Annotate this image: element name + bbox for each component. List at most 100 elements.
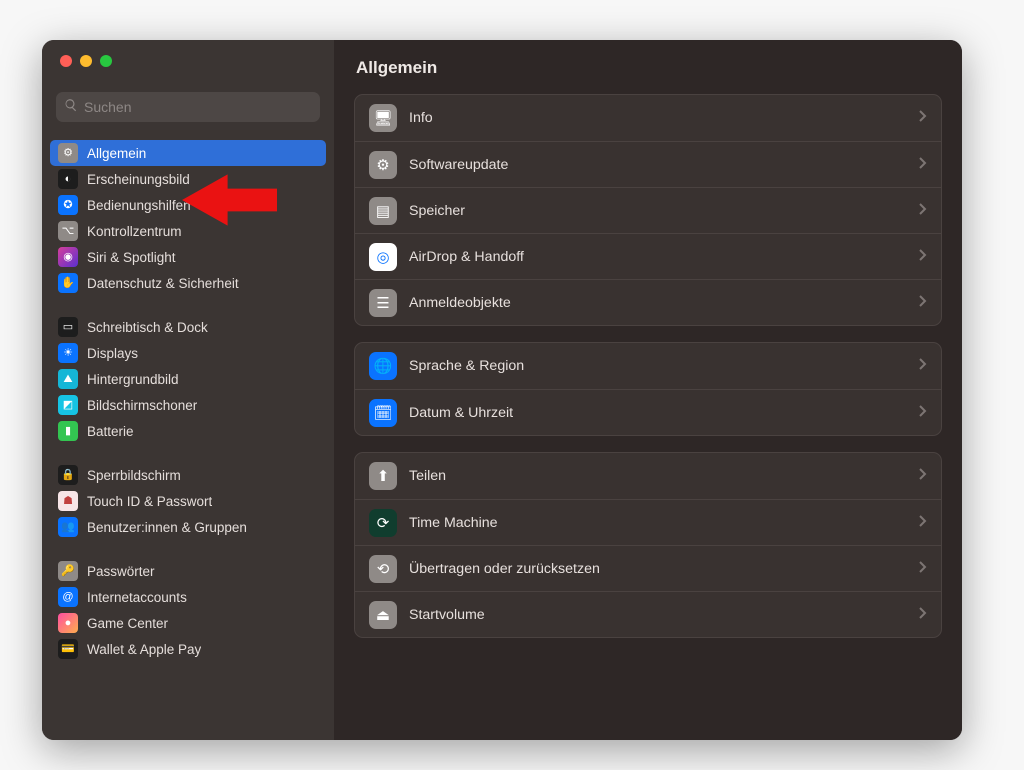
settings-row-sprache[interactable]: 🌐 Sprache & Region (355, 343, 941, 389)
sidebar-item-passwoerter[interactable]: 🔑 Passwörter (50, 558, 326, 584)
chevron-right-icon (919, 156, 927, 174)
chevron-right-icon (919, 560, 927, 578)
chevron-right-icon (919, 109, 927, 127)
row-label: Time Machine (409, 515, 907, 531)
settings-row-startvolume[interactable]: ⏏Startvolume (355, 591, 941, 637)
chevron-right-icon (919, 606, 927, 624)
airdrop-icon: ◎ (369, 243, 397, 271)
settings-row-swupdate[interactable]: ⚙ Softwareupdate (355, 141, 941, 187)
sidebar-item-batterie[interactable]: ▮ Batterie (50, 418, 326, 444)
sidebar-item-label: Internetaccounts (87, 590, 187, 605)
wallpaper-icon: ⛰ (58, 369, 78, 389)
sidebar-item-label: Wallet & Apple Pay (87, 642, 201, 657)
gear-icon: ⚙ (369, 151, 397, 179)
sidebar-item-bildschirms[interactable]: ◩Bildschirmschoner (50, 392, 326, 418)
sidebar-item-label: Bedienungshilfen (87, 198, 191, 213)
sidebar-item-label: Datenschutz & Sicherheit (87, 276, 239, 291)
storage-icon: ▤ (369, 197, 397, 225)
settings-row-uebertragen[interactable]: ⟲ Übertragen oder zurücksetzen (355, 545, 941, 591)
accessibility-icon: ✪ (58, 195, 78, 215)
sidebar-list[interactable]: ⚙ Allgemein ◐Erscheinungsbild ✪ Bedienungshi… (42, 128, 334, 740)
sidebar-item-label: Benutzer:innen & Gruppen (87, 520, 247, 535)
sidebar-item-label: Touch ID & Passwort (87, 494, 212, 509)
search-field[interactable] (56, 92, 320, 122)
globe-icon: 🌐 (369, 352, 397, 380)
settings-row-info[interactable]: 🖥Info (355, 95, 941, 141)
chevron-right-icon (919, 514, 927, 532)
row-label: Übertragen oder zurücksetzen (409, 561, 907, 577)
sidebar-item-wallet[interactable]: 💳 Wallet & Apple Pay (50, 636, 326, 662)
sidebar-item-erscheinung[interactable]: ◐Erscheinungsbild (50, 166, 326, 192)
share-icon: ⬆ (369, 462, 397, 490)
maximize-button[interactable] (100, 55, 112, 67)
sidebar-item-label: Hintergrundbild (87, 372, 179, 387)
panels-container: 🖥Info ⚙ Softwareupdate ▤ Speicher ◎AirDrop & … (354, 94, 942, 638)
sidebar-item-gamecenter[interactable]: ● Game Center (50, 610, 326, 636)
settings-row-teilen[interactable]: ⬆ Teilen (355, 453, 941, 499)
sidebar-item-label: Sperrbildschirm (87, 468, 181, 483)
chevron-right-icon (919, 404, 927, 422)
settings-window: ⚙ Allgemein ◐Erscheinungsbild ✪ Bedienungshi… (42, 40, 962, 740)
siri-icon: ◉ (58, 247, 78, 267)
users-icon: 👥 (58, 517, 78, 537)
settings-row-speicher[interactable]: ▤ Speicher (355, 187, 941, 233)
battery-icon: ▮ (58, 421, 78, 441)
row-label: Speicher (409, 203, 907, 219)
row-label: Sprache & Region (409, 358, 907, 374)
disk-icon: ⏏ (369, 601, 397, 629)
panel: 🖥Info ⚙ Softwareupdate ▤ Speicher ◎AirDrop & … (354, 94, 942, 326)
row-label: Info (409, 110, 907, 126)
sidebar-item-label: Displays (87, 346, 138, 361)
reset-icon: ⟲ (369, 555, 397, 583)
wallet-icon: 💳 (58, 639, 78, 659)
sidebar-item-displays[interactable]: ☀Displays (50, 340, 326, 366)
sidebar-item-internetacc[interactable]: @ Internetaccounts (50, 584, 326, 610)
gear-icon: ⚙ (58, 143, 78, 163)
chevron-right-icon (919, 467, 927, 485)
sidebar-item-siri[interactable]: ◉Siri & Spotlight (50, 244, 326, 270)
sidebar-item-label: Passwörter (87, 564, 155, 579)
sidebar: ⚙ Allgemein ◐Erscheinungsbild ✪ Bedienungshi… (42, 40, 334, 740)
content-pane: Allgemein 🖥Info⚙Softwareupdate▤Speicher◎… (334, 40, 962, 740)
sidebar-item-touchid[interactable]: ☗ Touch ID & Passwort (50, 488, 326, 514)
row-label: Teilen (409, 468, 907, 484)
hand-icon: ✋ (58, 273, 78, 293)
settings-row-timemachine[interactable]: ⟳ Time Machine (355, 499, 941, 545)
minimize-button[interactable] (80, 55, 92, 67)
sidebar-item-sperrbild[interactable]: 🔒 Sperrbildschirm (50, 462, 326, 488)
chevron-right-icon (919, 357, 927, 375)
row-label: Softwareupdate (409, 157, 907, 173)
window-controls (42, 40, 334, 80)
gamecenter-icon: ● (58, 613, 78, 633)
timemachine-icon: ⟳ (369, 509, 397, 537)
sidebar-item-label: Allgemein (87, 146, 146, 161)
sidebar-item-kontroll[interactable]: ⌥Kontrollzentrum (50, 218, 326, 244)
sidebar-item-benutzer[interactable]: 👥 Benutzer:innen & Gruppen (50, 514, 326, 540)
half-circle-icon: ◐ (58, 169, 78, 189)
search-input[interactable] (84, 99, 312, 115)
sidebar-item-label: Game Center (87, 616, 168, 631)
sidebar-item-hintergrund[interactable]: ⛰ Hintergrundbild (50, 366, 326, 392)
close-button[interactable] (60, 55, 72, 67)
sidebar-item-label: Schreibtisch & Dock (87, 320, 208, 335)
switches-icon: ⌥ (58, 221, 78, 241)
at-icon: @ (58, 587, 78, 607)
lock-icon: 🔒 (58, 465, 78, 485)
settings-row-anmelde[interactable]: ☰Anmeldeobjekte (355, 279, 941, 325)
panel: 🌐 Sprache & Region 🗓Datum & Uhrzeit (354, 342, 942, 436)
calendar-icon: 🗓 (369, 399, 397, 427)
sidebar-item-bedienung[interactable]: ✪ Bedienungshilfen (50, 192, 326, 218)
settings-row-airdrop[interactable]: ◎AirDrop & Handoff (355, 233, 941, 279)
sidebar-item-label: Bildschirmschoner (87, 398, 197, 413)
sidebar-item-label: Batterie (87, 424, 134, 439)
sidebar-item-datenschutz[interactable]: ✋ Datenschutz & Sicherheit (50, 270, 326, 296)
settings-row-datum[interactable]: 🗓Datum & Uhrzeit (355, 389, 941, 435)
sidebar-item-schreibtisch[interactable]: ▭Schreibtisch & Dock (50, 314, 326, 340)
sidebar-item-allgemein[interactable]: ⚙ Allgemein (50, 140, 326, 166)
search-wrap (42, 80, 334, 128)
panel: ⬆ Teilen ⟳ Time Machine ⟲ Übertragen oder zur… (354, 452, 942, 638)
chevron-right-icon (919, 202, 927, 220)
row-label: Anmeldeobjekte (409, 295, 907, 311)
key-icon: 🔑 (58, 561, 78, 581)
fingerprint-icon: ☗ (58, 491, 78, 511)
